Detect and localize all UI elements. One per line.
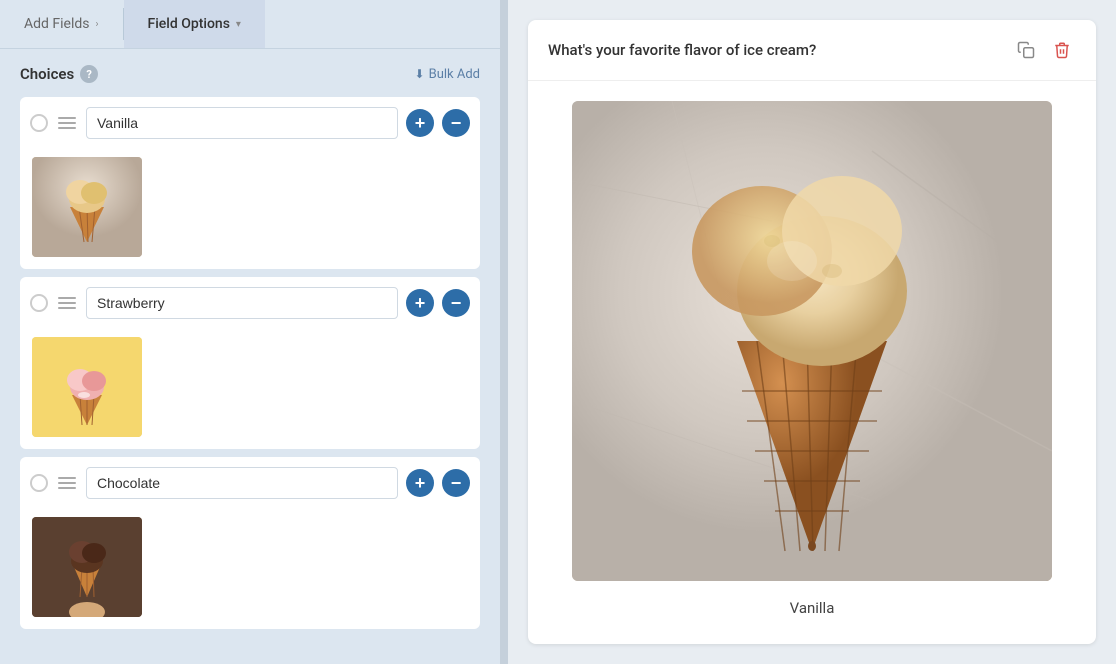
choice-image-vanilla xyxy=(32,157,142,257)
preview-caption: Vanilla xyxy=(790,599,835,617)
choice-radio-vanilla[interactable] xyxy=(30,114,48,132)
drag-handle-strawberry[interactable] xyxy=(56,295,78,311)
copy-icon[interactable] xyxy=(1012,36,1040,64)
field-options-label: Field Options xyxy=(148,16,230,32)
left-panel: Add Fields › Field Options ▾ Choices ? ⬇… xyxy=(0,0,500,664)
choice-row-vanilla: + − xyxy=(20,97,480,149)
preview-actions xyxy=(1012,36,1076,64)
preview-header: What's your favorite flavor of ice cream… xyxy=(528,20,1096,81)
drag-handle-vanilla[interactable] xyxy=(56,115,78,131)
add-choice-strawberry[interactable]: + xyxy=(406,289,434,317)
choice-row-strawberry: + − xyxy=(20,277,480,329)
choices-section: Choices ? ⬇ Bulk Add + − xyxy=(0,49,500,664)
choice-image-chocolate xyxy=(32,517,142,617)
bulk-add-button[interactable]: ⬇ Bulk Add xyxy=(415,67,480,82)
choice-input-vanilla[interactable] xyxy=(86,107,398,139)
remove-choice-strawberry[interactable]: − xyxy=(442,289,470,317)
help-icon[interactable]: ? xyxy=(80,65,98,83)
preview-question: What's your favorite flavor of ice cream… xyxy=(548,41,816,59)
add-choice-vanilla[interactable]: + xyxy=(406,109,434,137)
choice-input-strawberry[interactable] xyxy=(86,287,398,319)
choice-row-chocolate: + − xyxy=(20,457,480,509)
bulk-add-label: Bulk Add xyxy=(429,67,480,82)
choice-item-strawberry: + − xyxy=(20,277,480,449)
preview-content: Vanilla xyxy=(528,81,1096,637)
choice-item-chocolate: + − xyxy=(20,457,480,629)
remove-choice-vanilla[interactable]: − xyxy=(442,109,470,137)
choice-image-area-strawberry xyxy=(20,329,480,449)
choice-item-vanilla: + − xyxy=(20,97,480,269)
bulk-add-icon: ⬇ xyxy=(415,67,425,81)
choice-image-area-chocolate xyxy=(20,509,480,629)
add-choice-chocolate[interactable]: + xyxy=(406,469,434,497)
remove-choice-chocolate[interactable]: − xyxy=(442,469,470,497)
tabs-bar: Add Fields › Field Options ▾ xyxy=(0,0,500,49)
field-options-chevron: ▾ xyxy=(236,19,241,30)
choice-radio-chocolate[interactable] xyxy=(30,474,48,492)
tab-add-fields[interactable]: Add Fields › xyxy=(0,0,123,48)
choice-image-area-vanilla xyxy=(20,149,480,269)
choices-header: Choices ? ⬇ Bulk Add xyxy=(20,65,480,83)
choice-input-chocolate[interactable] xyxy=(86,467,398,499)
add-fields-chevron: › xyxy=(96,19,99,30)
preview-card: What's your favorite flavor of ice cream… xyxy=(528,20,1096,644)
drag-handle-chocolate[interactable] xyxy=(56,475,78,491)
add-fields-label: Add Fields xyxy=(24,16,90,32)
choice-radio-strawberry[interactable] xyxy=(30,294,48,312)
choice-image-strawberry xyxy=(32,337,142,437)
panel-separator xyxy=(500,0,508,664)
choices-text: Choices xyxy=(20,65,74,83)
choices-label: Choices ? xyxy=(20,65,98,83)
preview-main-image xyxy=(572,101,1052,581)
tab-field-options[interactable]: Field Options ▾ xyxy=(124,0,265,48)
delete-icon[interactable] xyxy=(1048,36,1076,64)
right-panel: What's your favorite flavor of ice cream… xyxy=(508,0,1116,664)
